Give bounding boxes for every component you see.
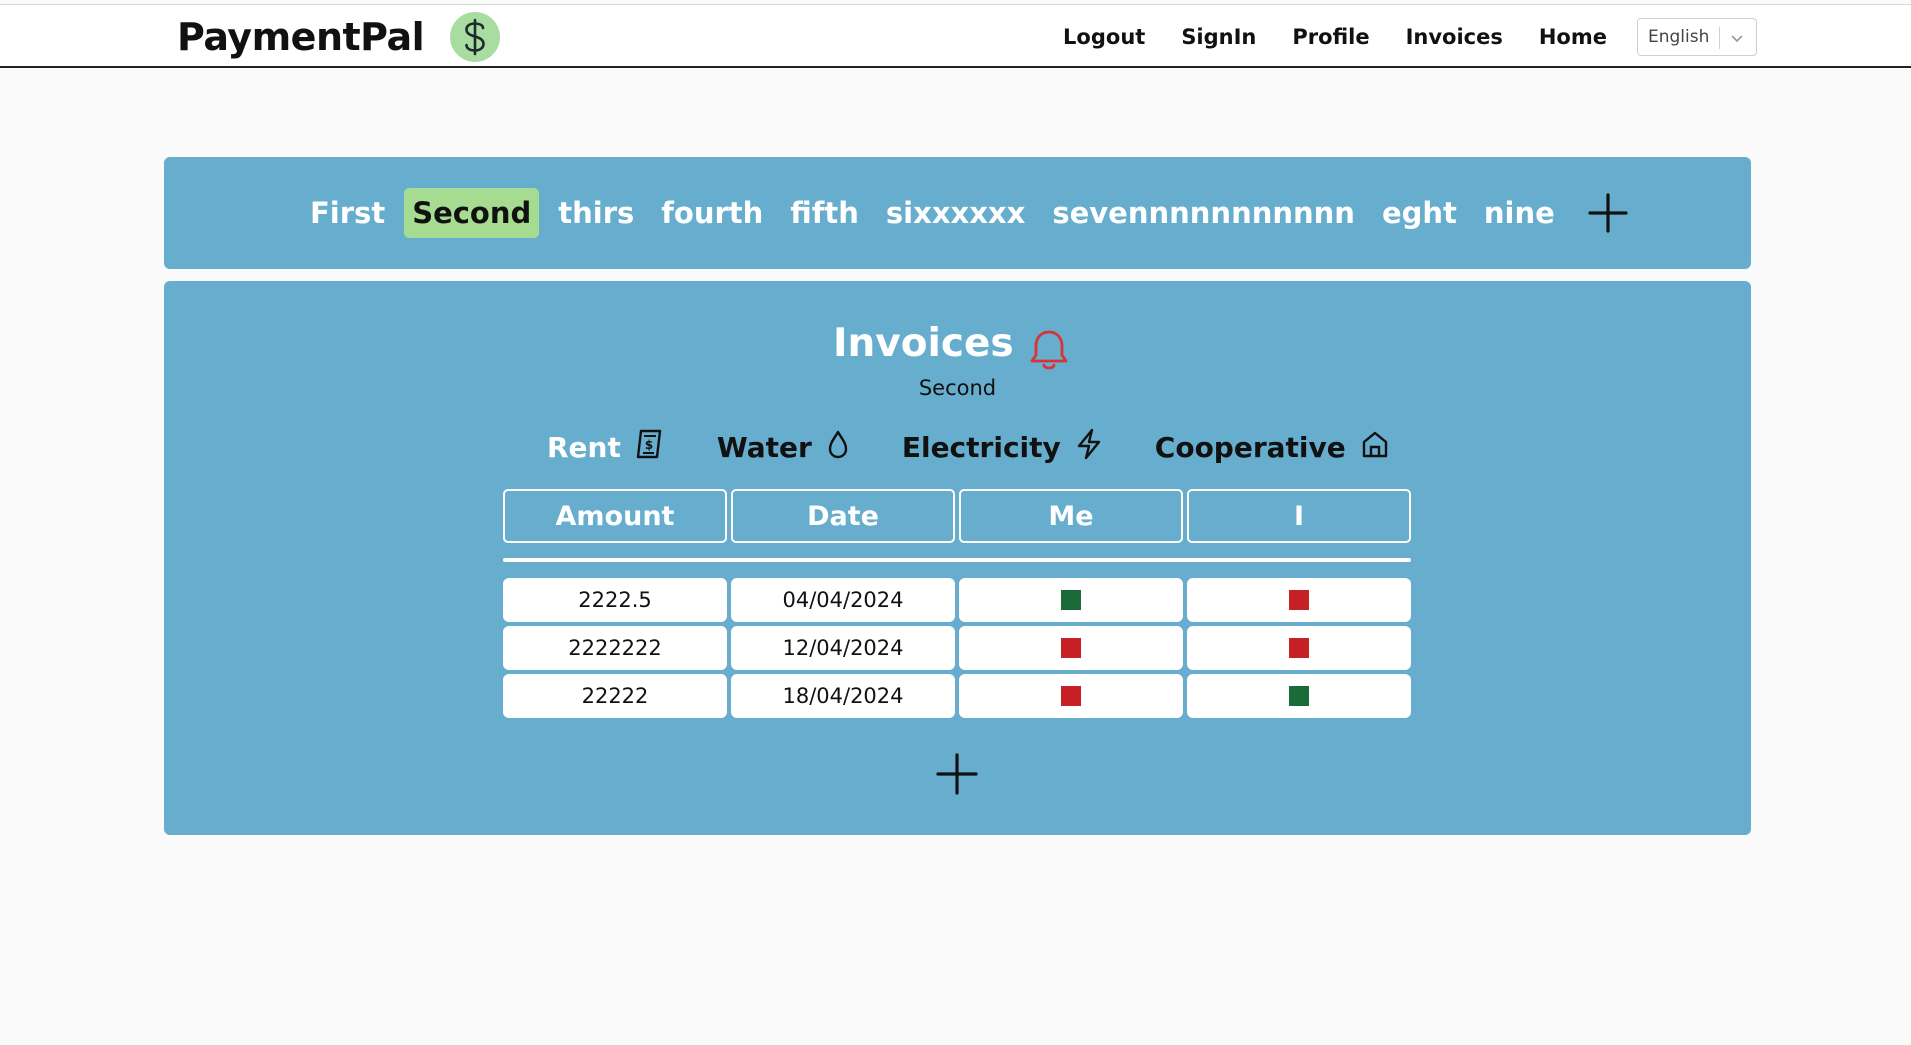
me-status-toggle[interactable] xyxy=(1061,590,1081,610)
nav-signin[interactable]: SignIn xyxy=(1181,25,1256,49)
i-status-cell xyxy=(1187,578,1411,622)
column-header-me[interactable]: Me xyxy=(959,489,1183,543)
me-status-cell xyxy=(959,626,1183,670)
date-cell: 04/04/2024 xyxy=(731,578,955,622)
language-value: English xyxy=(1648,27,1710,47)
tab-fifth[interactable]: fifth xyxy=(782,188,867,238)
tab-fourth[interactable]: fourth xyxy=(653,188,771,238)
brand-name: PaymentPal xyxy=(177,15,425,59)
receipt-dollar-icon: $ xyxy=(635,428,665,467)
nav-profile[interactable]: Profile xyxy=(1292,25,1369,49)
home-icon xyxy=(1360,429,1390,466)
select-separator xyxy=(1719,27,1720,49)
table-divider xyxy=(503,558,1411,562)
main-nav: Logout SignIn Profile Invoices Home xyxy=(1063,5,1607,69)
nav-home[interactable]: Home xyxy=(1539,25,1607,49)
brand[interactable]: PaymentPal xyxy=(177,12,501,62)
amount-cell: 22222 xyxy=(503,674,727,718)
me-status-toggle[interactable] xyxy=(1061,686,1081,706)
nav-invoices[interactable]: Invoices xyxy=(1406,25,1503,49)
i-status-toggle[interactable] xyxy=(1289,590,1309,610)
category-cooperative[interactable]: Cooperative xyxy=(1155,429,1390,466)
lightning-icon xyxy=(1075,428,1103,467)
group-tabs-panel: First Second thirs fourth fifth sixxxxxx… xyxy=(164,157,1751,269)
table-row: 2222222 12/04/2024 xyxy=(503,626,1411,670)
nav-logout[interactable]: Logout xyxy=(1063,25,1145,49)
category-label: Cooperative xyxy=(1154,430,1346,464)
tab-second[interactable]: Second xyxy=(404,187,540,238)
table-row: 2222.5 04/04/2024 xyxy=(503,578,1411,622)
tab-nine[interactable]: nine xyxy=(1476,188,1563,238)
i-status-toggle[interactable] xyxy=(1289,686,1309,706)
chevron-down-icon xyxy=(1730,30,1744,50)
i-status-cell xyxy=(1187,674,1411,718)
category-water[interactable]: Water xyxy=(717,429,850,466)
group-tabs: First Second thirs fourth fifth sixxxxxx… xyxy=(302,184,1563,241)
add-invoice-plus-icon[interactable] xyxy=(934,751,980,797)
me-status-cell xyxy=(959,674,1183,718)
droplet-icon xyxy=(826,429,850,466)
i-status-cell xyxy=(1187,626,1411,670)
invoices-panel: Invoices Second Rent $ Water Electricity… xyxy=(164,281,1751,835)
category-label: Rent xyxy=(547,430,621,464)
amount-cell: 2222.5 xyxy=(503,578,727,622)
table-header: Amount Date Me I xyxy=(503,489,1411,543)
category-label: Water xyxy=(716,430,812,464)
svg-text:$: $ xyxy=(645,438,653,452)
table-row: 22222 18/04/2024 xyxy=(503,674,1411,718)
column-header-amount[interactable]: Amount xyxy=(503,489,727,543)
tab-sixxxxxx[interactable]: sixxxxxx xyxy=(878,188,1033,238)
add-tab-plus-icon[interactable] xyxy=(1586,191,1630,235)
tab-first[interactable]: First xyxy=(302,188,393,238)
top-navbar: PaymentPal Logout SignIn Profile Invoice… xyxy=(0,4,1911,68)
date-cell: 12/04/2024 xyxy=(731,626,955,670)
invoice-categories: Rent $ Water Electricity Cooperative xyxy=(547,427,1390,467)
tab-sevennnnnnnnnnn[interactable]: sevennnnnnnnnnn xyxy=(1044,188,1363,238)
invoices-subtitle: Second xyxy=(918,376,997,400)
i-status-toggle[interactable] xyxy=(1289,638,1309,658)
bell-icon[interactable] xyxy=(1027,327,1071,377)
category-electricity[interactable]: Electricity xyxy=(902,428,1103,467)
amount-cell: 2222222 xyxy=(503,626,727,670)
me-status-toggle[interactable] xyxy=(1061,638,1081,658)
category-label: Electricity xyxy=(901,430,1061,464)
column-header-date[interactable]: Date xyxy=(731,489,955,543)
column-header-i[interactable]: I xyxy=(1187,489,1411,543)
invoices-title: Invoices xyxy=(833,321,1014,366)
language-select[interactable]: English xyxy=(1637,18,1757,56)
date-cell: 18/04/2024 xyxy=(731,674,955,718)
tab-thirs[interactable]: thirs xyxy=(550,188,642,238)
dollar-icon xyxy=(450,12,501,62)
category-rent[interactable]: Rent $ xyxy=(547,428,665,467)
tab-eght[interactable]: eght xyxy=(1374,188,1465,238)
me-status-cell xyxy=(959,578,1183,622)
invoice-rows: 2222.5 04/04/2024 2222222 12/04/2024 222… xyxy=(503,578,1411,718)
